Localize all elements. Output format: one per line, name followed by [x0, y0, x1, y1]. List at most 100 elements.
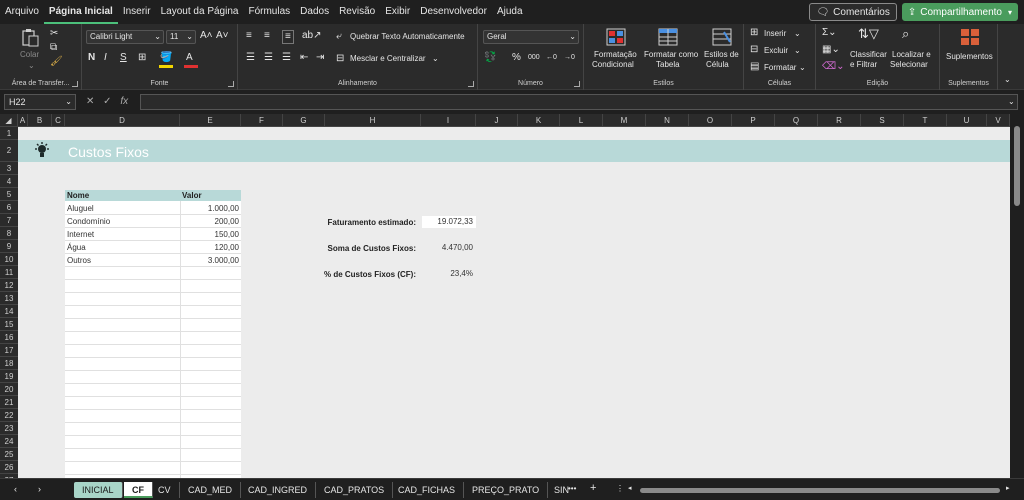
percent-button[interactable]: %	[512, 52, 521, 64]
increase-decimal-icon[interactable]: ←0	[546, 52, 557, 64]
scroll-right-icon[interactable]: ▸	[1006, 483, 1010, 495]
row-header[interactable]: 25	[0, 448, 18, 461]
col-header-m[interactable]: M	[603, 114, 646, 127]
next-sheet-icon[interactable]: ›	[38, 483, 41, 495]
row-header[interactable]: 18	[0, 357, 18, 370]
row-header[interactable]: 10	[0, 253, 18, 266]
row-header[interactable]: 11	[0, 266, 18, 279]
format-table-icon[interactable]	[658, 28, 678, 46]
align-middle-icon[interactable]: ≡	[264, 30, 270, 42]
col-header-b[interactable]: B	[28, 114, 52, 127]
row-header[interactable]: 8	[0, 227, 18, 240]
name-box[interactable]: H22 ⌄	[4, 94, 76, 110]
wrap-text-icon[interactable]: ⤶	[336, 31, 342, 43]
chevron-down-icon[interactable]: ⌄	[432, 54, 439, 63]
row-header[interactable]: 16	[0, 331, 18, 344]
wrap-text-button[interactable]: Quebrar Texto Automaticamente	[350, 32, 465, 41]
cell-styles-icon[interactable]	[712, 28, 732, 46]
chevron-down-icon[interactable]: ⌄	[794, 29, 801, 38]
tab-preco-prato[interactable]: PREÇO_PRATO	[464, 482, 549, 498]
cell-name-condominio[interactable]: Condomínio	[67, 216, 110, 227]
row-header[interactable]: 3	[0, 162, 18, 175]
col-header-t[interactable]: T	[904, 114, 947, 127]
cell-value-aluguel[interactable]: 1.000,00	[180, 203, 239, 214]
cell-value-internet[interactable]: 150,00	[180, 229, 239, 240]
row-header[interactable]: 20	[0, 383, 18, 396]
bold-button[interactable]: N	[88, 52, 95, 64]
addins-icon[interactable]	[960, 28, 980, 46]
align-top-icon[interactable]: ≡	[246, 30, 252, 42]
col-header-d[interactable]: D	[65, 114, 180, 127]
value-soma-custos[interactable]: 4.470,00	[422, 242, 476, 254]
decrease-indent-icon[interactable]: ⇤	[300, 52, 308, 64]
sheet-canvas[interactable]: Custos Fixos Nome Valor Aluguel 1.000,00…	[18, 127, 1010, 478]
menu-revisao[interactable]: Revisão	[334, 0, 380, 24]
row-header[interactable]: 13	[0, 292, 18, 305]
chevron-down-icon[interactable]: ⌄	[799, 63, 806, 72]
row-header[interactable]: 26	[0, 461, 18, 474]
col-header-u[interactable]: U	[947, 114, 987, 127]
underline-button[interactable]: S	[120, 52, 127, 64]
confirm-icon[interactable]: ✓	[103, 96, 111, 107]
conditional-label-2[interactable]: Condicional	[592, 60, 634, 69]
tab-cf[interactable]: CF	[124, 482, 153, 498]
delete-cells-button[interactable]: Excluir	[764, 46, 788, 55]
find-select-icon[interactable]: ⌕	[902, 27, 909, 40]
italic-button[interactable]: I	[104, 52, 107, 64]
decrease-decimal-icon[interactable]: →0	[564, 52, 575, 64]
row-header[interactable]: 12	[0, 279, 18, 292]
font-size-select[interactable]: 11 ⌄	[166, 30, 196, 44]
cell-name-agua[interactable]: Água	[67, 242, 86, 253]
comments-button[interactable]: 🗨 Comentários	[809, 3, 897, 21]
format-table-label-1[interactable]: Formatar como	[644, 50, 698, 59]
add-sheet-button[interactable]: +	[590, 482, 596, 494]
row-header[interactable]: 5	[0, 188, 18, 201]
col-header-l[interactable]: L	[560, 114, 603, 127]
cancel-icon[interactable]: ✕	[86, 96, 94, 107]
row-header[interactable]: 2	[0, 140, 18, 162]
expand-formula-icon[interactable]: ⌄	[1008, 96, 1015, 108]
tab-inicial[interactable]: INICIAL	[74, 482, 123, 498]
align-bottom-icon[interactable]: ≡	[282, 30, 294, 44]
table-header-valor[interactable]: Valor	[180, 190, 241, 201]
cell-value-outros[interactable]: 3.000,00	[180, 255, 239, 266]
paste-label[interactable]: Colar	[20, 50, 39, 59]
row-header[interactable]: 17	[0, 344, 18, 357]
menu-arquivo[interactable]: Arquivo	[0, 0, 44, 24]
delete-cells-icon[interactable]: ⊟	[750, 44, 758, 56]
menu-pagina-inicial[interactable]: Página Inicial	[43, 0, 118, 24]
col-header-s[interactable]: S	[861, 114, 904, 127]
menu-inserir[interactable]: Inserir	[118, 0, 156, 24]
vertical-scroll-thumb[interactable]	[1014, 126, 1020, 206]
formula-input[interactable]	[140, 94, 1018, 110]
tab-cad-med[interactable]: CAD_MED	[180, 482, 242, 498]
menu-layout[interactable]: Layout da Página	[156, 0, 244, 24]
find-label-2[interactable]: Selecionar	[890, 60, 928, 69]
autosum-icon[interactable]: Σ⌄	[822, 27, 837, 39]
orientation-icon[interactable]: ab↗	[302, 30, 322, 42]
tab-cad-pratos[interactable]: CAD_PRATOS	[316, 482, 394, 498]
find-label-1[interactable]: Localizar e	[892, 50, 931, 59]
cell-styles-label-1[interactable]: Estilos de	[704, 50, 739, 59]
col-header-k[interactable]: K	[518, 114, 560, 127]
prev-sheet-icon[interactable]: ‹	[14, 483, 17, 495]
format-cells-button[interactable]: Formatar	[764, 63, 796, 72]
share-button[interactable]: ⇪ Compartilhamento ▾	[901, 3, 1018, 21]
copy-icon[interactable]: ⧉	[50, 42, 57, 54]
col-header-f[interactable]: F	[241, 114, 283, 127]
fx-icon[interactable]: fx	[120, 96, 128, 107]
cell-styles-label-2[interactable]: Célula	[706, 60, 729, 69]
row-header[interactable]: 19	[0, 370, 18, 383]
menu-desenvolvedor[interactable]: Desenvolvedor	[415, 0, 492, 24]
row-header[interactable]: 22	[0, 409, 18, 422]
col-header-e[interactable]: E	[180, 114, 241, 127]
format-cells-icon[interactable]: ▤	[750, 61, 759, 73]
row-header[interactable]: 23	[0, 422, 18, 435]
tab-cad-fichas[interactable]: CAD_FICHAS	[390, 482, 465, 498]
thousands-button[interactable]: 000	[528, 52, 540, 64]
increase-indent-icon[interactable]: ⇥	[316, 52, 324, 64]
number-format-select[interactable]: Geral ⌄	[483, 30, 579, 44]
menu-ajuda[interactable]: Ajuda	[492, 0, 528, 24]
row-header[interactable]: 21	[0, 396, 18, 409]
conditional-label-1[interactable]: Formatação	[594, 50, 637, 59]
